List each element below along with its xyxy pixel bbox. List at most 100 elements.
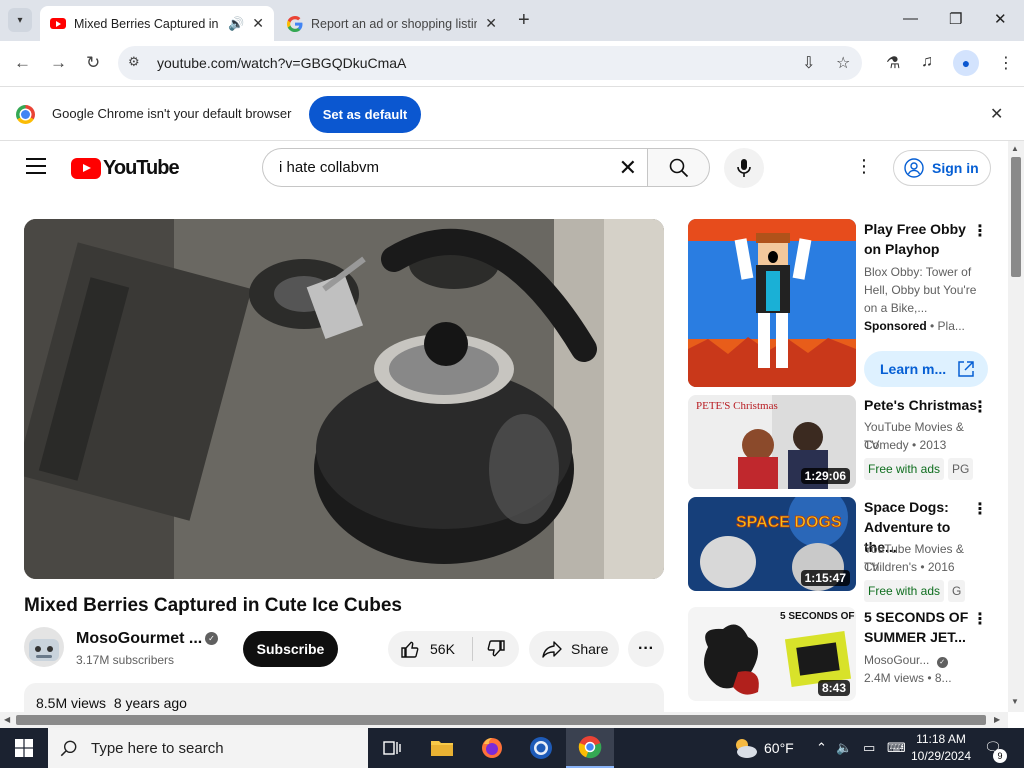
show-hidden-icons-icon[interactable]: ⌃ <box>816 740 827 756</box>
sidebar-video-item[interactable]: PETE'S Christmas 1:29:06 Pete's Christma… <box>688 395 998 490</box>
infobar-message: Google Chrome isn't your default browser <box>52 106 292 121</box>
sign-in-button[interactable]: Sign in <box>893 150 991 186</box>
video-thumbnail[interactable]: SPACE DOGS 1:15:47 <box>688 497 856 591</box>
video-thumbnail[interactable]: PETE'S Christmas 1:29:06 <box>688 395 856 489</box>
chrome-active-button[interactable] <box>566 728 614 768</box>
horizontal-scrollbar[interactable]: ◀ ▶ <box>0 712 1008 728</box>
search-icon <box>669 158 688 177</box>
minimize-icon[interactable]: — <box>903 10 918 27</box>
clear-search-icon[interactable]: ✕ <box>619 155 637 181</box>
menu-icon[interactable] <box>26 158 46 179</box>
taskbar-search-input[interactable]: Type here to search <box>48 728 368 768</box>
search-icon <box>60 740 77 756</box>
tab-search-icon[interactable]: ▾ <box>8 8 32 32</box>
youtube-logo[interactable]: YouTube <box>71 157 180 180</box>
tab-report-ad[interactable]: Report an ad or shopping listing ✕ <box>277 6 507 41</box>
back-icon[interactable]: ← <box>14 53 31 73</box>
share-button[interactable]: Share <box>529 631 619 667</box>
taskbar-search-placeholder: Type here to search <box>91 739 224 757</box>
channel-name[interactable]: MosoGourmet ... <box>76 630 202 648</box>
weather-widget[interactable]: 60°F <box>732 737 794 759</box>
like-button[interactable]: 56K <box>388 631 472 667</box>
set-default-button[interactable]: Set as default <box>309 96 421 133</box>
search-input[interactable]: i hate collabvm ✕ <box>262 148 647 187</box>
chrome-taskbar-button[interactable] <box>517 728 565 768</box>
ad-thumbnail[interactable] <box>688 219 856 387</box>
video-options-icon[interactable]: ⋮ <box>972 499 988 519</box>
tab-youtube[interactable]: Mixed Berries Captured in Cute Ice Cubes… <box>40 6 274 41</box>
keyboard-icon[interactable]: ⌨ <box>887 740 906 756</box>
network-icon[interactable]: ▭ <box>863 740 875 756</box>
profile-avatar-icon[interactable]: ● <box>953 50 979 76</box>
learn-more-label: Learn m... <box>880 361 947 377</box>
video-player[interactable] <box>24 219 664 579</box>
window-close-icon[interactable]: ✕ <box>994 10 1007 28</box>
scroll-left-icon[interactable]: ◀ <box>4 715 10 724</box>
rating-badge: G <box>948 580 966 602</box>
new-tab-icon[interactable]: + <box>518 9 530 32</box>
sign-in-label: Sign in <box>932 160 979 176</box>
sidebar-video-item[interactable]: 5 SECONDS OF SUMMER 8:43 5 SECONDS OF SU… <box>688 607 998 702</box>
start-button[interactable] <box>0 728 48 768</box>
verified-check-icon: ✓ <box>936 657 948 668</box>
voice-search-button[interactable] <box>724 148 764 188</box>
default-browser-infobar: Google Chrome isn't your default browser… <box>0 86 1024 141</box>
dislike-button[interactable] <box>473 631 519 667</box>
video-options-icon[interactable]: ⋮ <box>972 609 988 629</box>
search-button[interactable] <box>647 148 710 187</box>
forward-icon[interactable]: → <box>50 53 67 73</box>
restore-icon[interactable]: ❐ <box>949 10 962 28</box>
channel-avatar[interactable] <box>24 627 64 667</box>
horizontal-scroll-thumb[interactable] <box>16 715 986 725</box>
url-text[interactable]: youtube.com/watch?v=GBGQDkuCmaA <box>157 55 406 71</box>
browser-toolbar: ← → ↻ ⚙ youtube.com/watch?v=GBGQDkuCmaA … <box>0 41 1024 86</box>
video-options-icon[interactable]: ⋮ <box>972 397 988 417</box>
task-view-button[interactable] <box>368 728 416 768</box>
system-clock[interactable]: 11:18 AM 10/29/2024 <box>910 731 972 765</box>
sidebar-ad-item[interactable]: Play Free Obby on Playhop ⋮ Blox Obby: T… <box>688 219 998 389</box>
description-box[interactable]: 8.5M views 8 years ago <box>24 683 664 713</box>
media-controls-icon[interactable]: ♫ <box>921 53 933 71</box>
vertical-scrollbar[interactable]: ▲ ▼ <box>1008 141 1024 712</box>
settings-more-icon[interactable]: ⋮ <box>855 156 873 177</box>
labs-icon[interactable]: ⚗ <box>886 53 900 73</box>
ad-options-icon[interactable]: ⋮ <box>972 221 988 241</box>
tab-close-icon[interactable]: ✕ <box>252 15 264 32</box>
video-badges: Free with ads PG <box>864 458 982 480</box>
speaker-icon[interactable]: 🔊 <box>228 16 244 32</box>
chrome-menu-icon[interactable]: ⋮ <box>998 53 1014 73</box>
share-arrow-icon <box>542 641 562 658</box>
more-actions-icon[interactable]: ··· <box>628 631 664 667</box>
tab-close-icon[interactable]: ✕ <box>485 15 497 32</box>
video-thumbnail[interactable]: 5 SECONDS OF SUMMER 8:43 <box>688 607 856 701</box>
file-explorer-button[interactable] <box>418 728 466 768</box>
vertical-scroll-thumb[interactable] <box>1011 157 1021 277</box>
install-app-icon[interactable]: ⇩ <box>802 53 815 73</box>
site-info-icon[interactable]: ⚙ <box>128 54 140 70</box>
ad-title[interactable]: Play Free Obby on Playhop <box>864 219 974 259</box>
like-count: 56K <box>430 641 455 657</box>
video-badges: Free with ads G <box>864 580 982 602</box>
subscriber-count: 3.17M subscribers <box>76 653 175 667</box>
reload-icon[interactable]: ↻ <box>86 53 100 73</box>
like-dislike-group: 56K <box>388 631 519 667</box>
search-value[interactable]: i hate collabvm <box>279 159 379 176</box>
scroll-down-icon[interactable]: ▼ <box>1011 697 1019 706</box>
scroll-right-icon[interactable]: ▶ <box>994 715 1000 724</box>
notification-count: 9 <box>993 749 1007 763</box>
windows-logo-icon <box>15 739 33 757</box>
learn-more-button[interactable]: Learn m... <box>864 351 988 387</box>
scroll-up-icon[interactable]: ▲ <box>1011 144 1019 153</box>
infobar-close-icon[interactable]: ✕ <box>990 104 1003 124</box>
address-bar[interactable]: ⚙ youtube.com/watch?v=GBGQDkuCmaA ⇩ ☆ <box>118 46 862 80</box>
subscribe-button[interactable]: Subscribe <box>243 631 338 667</box>
free-badge: Free with ads <box>864 580 945 602</box>
video-title[interactable]: Pete's Christmas <box>864 395 979 415</box>
firefox-button[interactable] <box>468 728 516 768</box>
video-title[interactable]: 5 SECONDS OF SUMMER JET... <box>864 607 974 647</box>
sidebar-video-item[interactable]: SPACE DOGS 1:15:47 Space Dogs: Adventure… <box>688 497 998 602</box>
volume-icon[interactable]: 🔈 <box>836 740 852 756</box>
youtube-favicon-icon <box>50 18 66 29</box>
bookmark-star-icon[interactable]: ☆ <box>836 53 850 73</box>
task-view-icon <box>383 741 401 755</box>
